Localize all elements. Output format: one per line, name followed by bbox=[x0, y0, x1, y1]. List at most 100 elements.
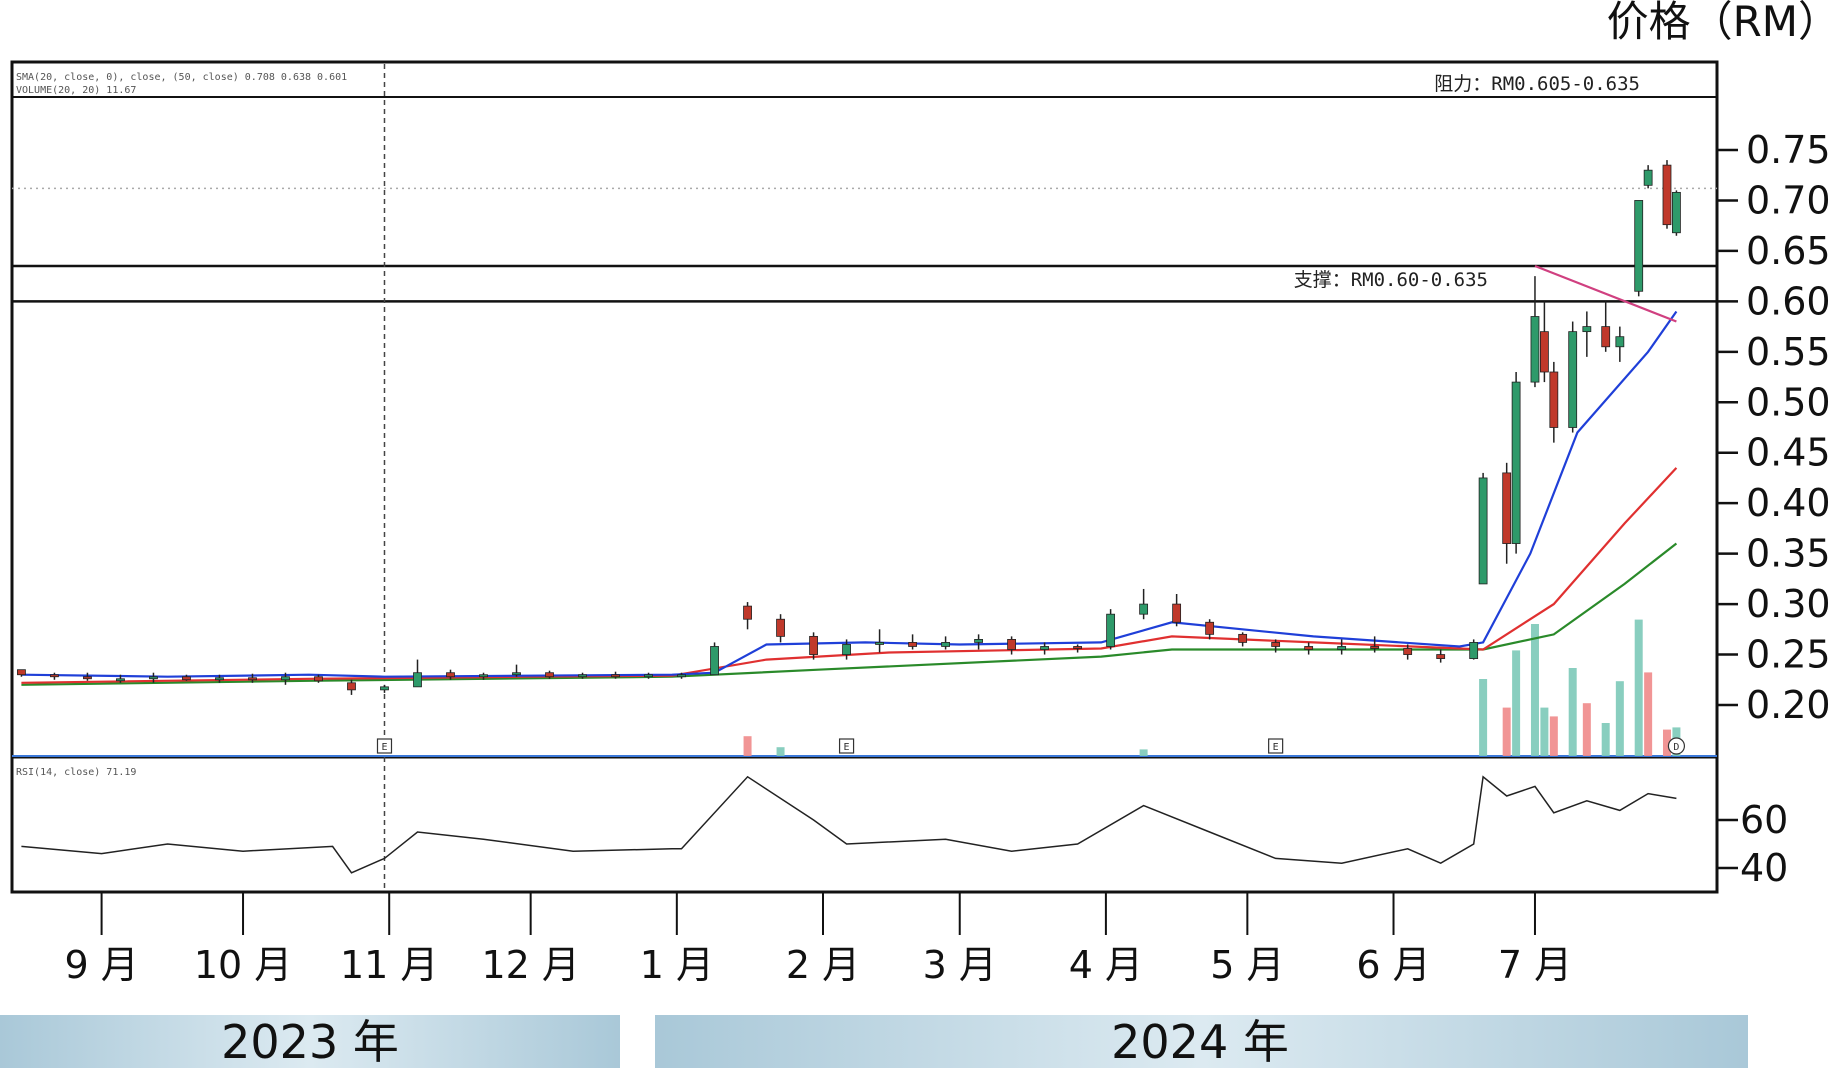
month-tick-label: 5 月 bbox=[1210, 943, 1284, 987]
month-tick-label: 12 月 bbox=[481, 943, 579, 987]
price-tick-label: 0.20 bbox=[1746, 683, 1831, 727]
month-tick-label: 11 月 bbox=[340, 943, 438, 987]
month-tick-label: 9 月 bbox=[64, 943, 138, 987]
volume-bar bbox=[1582, 703, 1591, 756]
volume-bar bbox=[743, 736, 752, 756]
month-tick-label: 4 月 bbox=[1069, 943, 1143, 987]
candle-body bbox=[281, 676, 290, 681]
rsi-tick-label: 40 bbox=[1740, 846, 1788, 890]
candle-body bbox=[875, 642, 884, 645]
candle-body bbox=[314, 676, 323, 682]
candle-body bbox=[1139, 603, 1149, 615]
volume-bar bbox=[776, 747, 785, 756]
candle-body bbox=[83, 676, 92, 680]
candle-body bbox=[974, 639, 983, 643]
price-tick-label: 0.45 bbox=[1746, 431, 1831, 475]
volume-bar bbox=[1540, 707, 1549, 756]
candle-body bbox=[908, 642, 917, 647]
candle-body bbox=[1337, 646, 1347, 650]
candle-body bbox=[941, 642, 950, 647]
candle-body bbox=[215, 677, 224, 681]
month-tick-label: 3 月 bbox=[923, 943, 997, 987]
candle-body bbox=[1238, 633, 1248, 643]
chart-frame bbox=[10, 60, 1719, 894]
candle-body bbox=[1615, 336, 1625, 348]
month-tick-label: 1 月 bbox=[640, 943, 714, 987]
candle-body bbox=[1549, 371, 1559, 428]
candle-body bbox=[677, 674, 686, 678]
volume-bar bbox=[1139, 749, 1148, 756]
month-tick-label: 10 月 bbox=[194, 943, 292, 987]
candle-body bbox=[1304, 646, 1314, 650]
candle-body bbox=[17, 669, 26, 676]
candle-body bbox=[809, 635, 818, 655]
month-tick-label: 6 月 bbox=[1356, 943, 1430, 987]
resistance-label: 阻力：RM0.605-0.635 bbox=[1434, 73, 1640, 95]
candle-body bbox=[1007, 639, 1016, 650]
candle-body bbox=[776, 618, 785, 637]
candle-body bbox=[578, 674, 587, 678]
candle-body bbox=[1040, 646, 1050, 650]
volume-bar bbox=[1634, 619, 1643, 756]
candle-body bbox=[1511, 381, 1521, 544]
volume-bar bbox=[1568, 668, 1577, 756]
price-unit-label: 价格（RM） bbox=[1607, 0, 1840, 46]
candle-body bbox=[1502, 472, 1512, 544]
price-tick-label: 0.25 bbox=[1746, 633, 1831, 677]
candle-body bbox=[1205, 621, 1215, 635]
month-tick-label: 7 月 bbox=[1498, 943, 1572, 987]
candle-body bbox=[545, 672, 554, 678]
candle-body bbox=[1601, 326, 1611, 348]
volume-bar bbox=[1512, 650, 1521, 756]
candle-body bbox=[1436, 654, 1446, 659]
candle-body bbox=[116, 678, 125, 682]
price-tick-label: 0.75 bbox=[1746, 128, 1831, 172]
year-label-2023: 2023 年 bbox=[221, 1015, 399, 1068]
volume-bar bbox=[1549, 716, 1558, 756]
candle-body bbox=[611, 674, 620, 678]
price-tick-label: 0.70 bbox=[1746, 178, 1831, 222]
price-axis: 0.75 0.70 0.65 0.60 0.55 0.50 0.45 0.40 0.35 0.30… bbox=[1717, 128, 1831, 727]
candle-body bbox=[1540, 331, 1549, 373]
candle-body bbox=[1643, 169, 1653, 186]
volume-bar bbox=[1644, 672, 1653, 756]
price-tick-label: 0.30 bbox=[1746, 582, 1831, 626]
candle-body bbox=[413, 672, 422, 688]
candle-body bbox=[380, 686, 389, 691]
event-marker-letter: E bbox=[1273, 742, 1279, 753]
candle-body bbox=[50, 674, 59, 678]
volume-bar bbox=[1601, 723, 1610, 756]
candle-body bbox=[1106, 613, 1116, 647]
candle-body bbox=[710, 646, 719, 676]
candle-body bbox=[512, 672, 521, 676]
event-marker-letter: E bbox=[381, 742, 387, 753]
rsi-tick-label: 60 bbox=[1740, 798, 1788, 842]
candle-body bbox=[1370, 646, 1380, 649]
volume-bar bbox=[1502, 707, 1511, 756]
candle-body bbox=[1672, 191, 1681, 234]
candle-body bbox=[479, 674, 488, 678]
candle-body bbox=[842, 644, 851, 655]
volume-bar bbox=[1530, 624, 1539, 756]
rsi-legend-text: RSI(14, close) 71.19 bbox=[16, 767, 136, 778]
price-tick-label: 0.60 bbox=[1746, 279, 1831, 323]
volume-bar bbox=[1615, 681, 1624, 756]
candle-body bbox=[1172, 603, 1182, 623]
price-tick-label: 0.40 bbox=[1746, 481, 1831, 525]
candle-body bbox=[248, 677, 257, 681]
price-tick-label: 0.35 bbox=[1746, 532, 1831, 576]
price-chart: 价格（RM） SMA(20, close, 0), close, (50, cl… bbox=[0, 0, 1840, 1068]
month-axis: 9 月 10 月 11 月 12 月 1 月 2 月 3 月 4 月 5 月 6 月 7 月 bbox=[64, 892, 1572, 987]
candle-body bbox=[1403, 648, 1413, 655]
month-tick-label: 2 月 bbox=[786, 943, 860, 987]
rsi-axis: 6040 bbox=[1717, 798, 1788, 890]
support-label: 支撑：RM0.60-0.635 bbox=[1294, 269, 1488, 291]
candle-body bbox=[1662, 164, 1672, 226]
year-label-2024: 2024 年 bbox=[1111, 1015, 1289, 1068]
volume-legend-text: VOLUME(20, 20) 11.67 bbox=[16, 85, 136, 96]
candle-body bbox=[182, 676, 191, 681]
candle-body bbox=[1634, 200, 1644, 292]
candle-body bbox=[644, 674, 653, 678]
price-tick-label: 0.50 bbox=[1746, 380, 1831, 424]
candle-body bbox=[1469, 642, 1479, 659]
